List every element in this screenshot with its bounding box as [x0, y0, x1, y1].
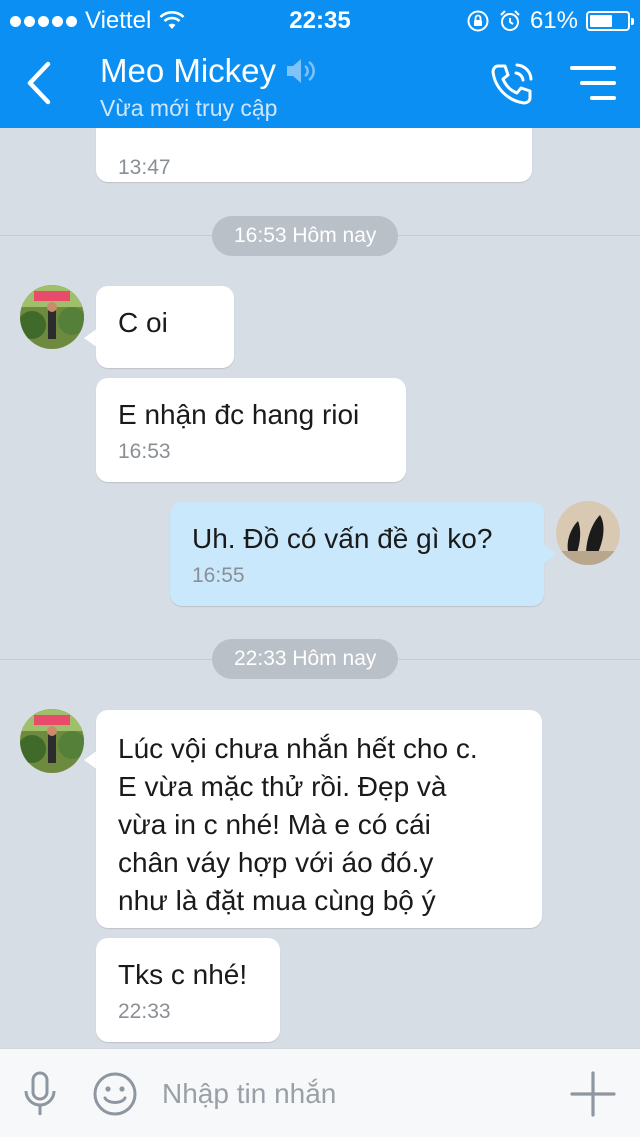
plus-icon [570, 1071, 616, 1117]
message-text: E nhận đc hang rioi [118, 399, 360, 430]
chat-thread[interactable]: 13:47 16:53 Hôm nay C oi E nhận đc hang … [0, 128, 640, 1048]
contact-avatar-image [20, 709, 84, 773]
date-divider: 16:53 Hôm nay [212, 216, 399, 256]
phone-icon [491, 63, 533, 105]
message-text: Tks c nhé! [118, 959, 248, 990]
menu-button[interactable] [570, 64, 616, 102]
message-time: 16:55 [192, 564, 245, 587]
microphone-icon [24, 1071, 56, 1115]
message-time: 13:47 [118, 156, 171, 179]
contact-avatar-image [20, 285, 84, 349]
battery-level-fill [590, 15, 612, 27]
message-text: Lúc vội chưa nhắn hết cho c. E vừa mặc t… [118, 733, 478, 916]
composer-bar [0, 1048, 640, 1137]
message-bubble-received[interactable]: E nhận đc hang rioi 16:53 [96, 378, 406, 482]
date-divider: 22:33 Hôm nay [212, 639, 399, 679]
message-time: 16:53 [118, 440, 171, 463]
presence-status: Vừa mới truy cập [100, 95, 278, 121]
message-input[interactable] [160, 1069, 544, 1119]
message-text: Uh. Đồ có vấn đề gì ko? [192, 523, 493, 554]
emoji-icon [93, 1072, 137, 1116]
menu-icon [570, 66, 616, 100]
rotation-lock-icon [467, 10, 489, 32]
back-button[interactable] [22, 58, 62, 108]
message-bubble-received[interactable]: Tks c nhé! 22:33 [96, 938, 280, 1042]
message-bubble-received[interactable]: Lúc vội chưa nhắn hết cho c. E vừa mặc t… [96, 710, 542, 928]
speaker-icon [287, 59, 315, 83]
battery-icon [586, 11, 634, 31]
status-bar: Viettel 22:35 61% [0, 0, 640, 40]
battery-percent: 61% [529, 7, 578, 34]
app-header: Viettel 22:35 61% Meo Mickey Vừa mới tru… [0, 0, 640, 128]
voice-message-button[interactable] [22, 1071, 58, 1117]
user-avatar-image [556, 501, 620, 565]
attach-button[interactable] [570, 1071, 616, 1117]
status-indicators: 61% [466, 7, 634, 35]
contact-avatar[interactable] [20, 285, 84, 349]
bubble-tail [543, 544, 557, 564]
call-button[interactable] [488, 60, 536, 108]
message-bubble-received[interactable]: C oi [96, 286, 234, 368]
contact-avatar[interactable] [20, 709, 84, 773]
user-avatar[interactable] [556, 501, 620, 565]
message-time: 22:33 [118, 1000, 171, 1023]
contact-title[interactable]: Meo Mickey [100, 52, 320, 90]
emoji-button[interactable] [92, 1071, 138, 1117]
alarm-icon [500, 10, 520, 31]
chevron-left-icon [27, 61, 51, 105]
message-bubble-received[interactable]: 13:47 [96, 128, 532, 182]
message-bubble-sent[interactable]: Uh. Đồ có vấn đề gì ko? 16:55 [170, 502, 544, 606]
message-text: C oi [118, 307, 168, 338]
contact-name: Meo Mickey [100, 52, 277, 89]
